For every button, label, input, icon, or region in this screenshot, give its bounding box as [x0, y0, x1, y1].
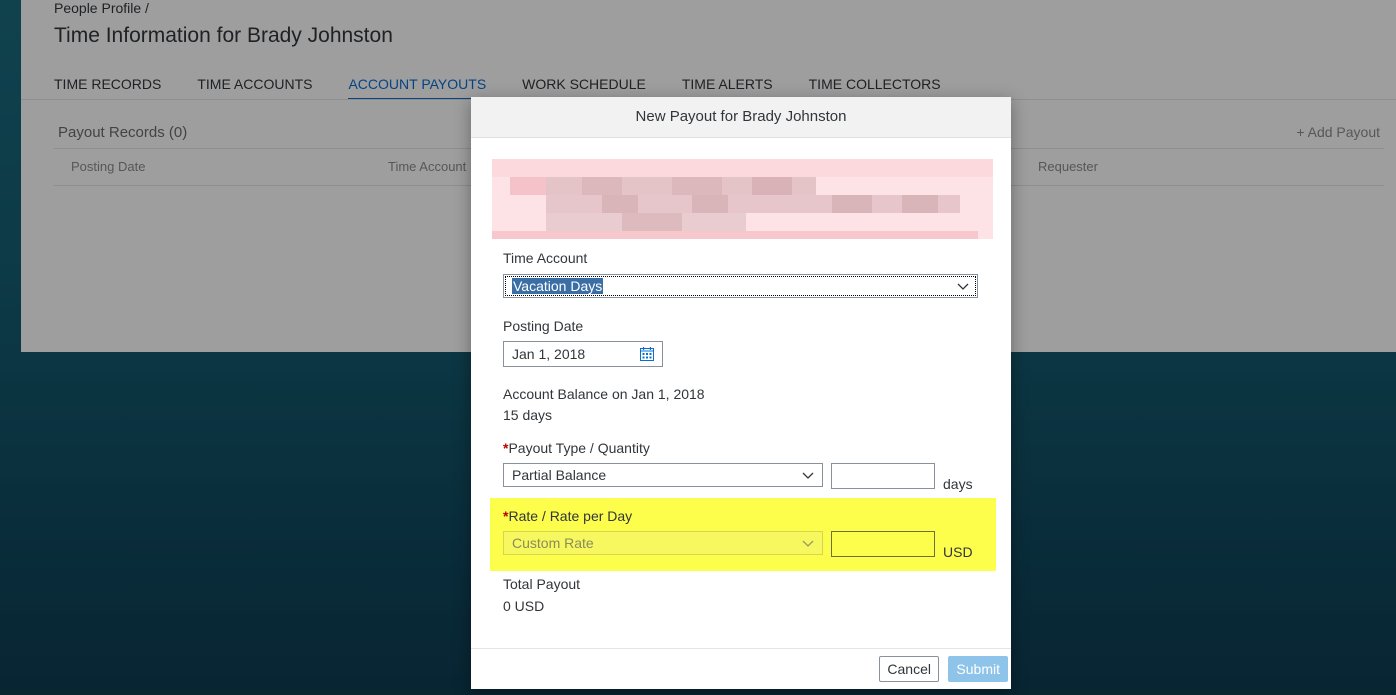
chevron-down-icon: [802, 540, 814, 547]
payout-type-label-text: Payout Type / Quantity: [508, 440, 650, 456]
posting-date-label: Posting Date: [503, 318, 584, 334]
chevron-down-icon: [957, 283, 969, 290]
quantity-input[interactable]: [831, 463, 935, 489]
submit-button[interactable]: Submit: [948, 656, 1008, 682]
rate-amount-input[interactable]: [831, 531, 935, 557]
payout-type-value: Partial Balance: [512, 467, 607, 483]
total-payout-label: Total Payout: [503, 576, 581, 592]
rate-label: *Rate / Rate per Day: [503, 508, 632, 524]
rate-value: Custom Rate: [512, 535, 594, 551]
time-account-select[interactable]: Vacation Days: [503, 274, 978, 298]
rate-unit: USD: [943, 544, 973, 560]
time-account-label: Time Account: [503, 250, 588, 266]
time-account-value: Vacation Days: [512, 278, 604, 294]
account-balance-label: Account Balance on Jan 1, 2018: [503, 386, 705, 402]
cancel-button[interactable]: Cancel: [879, 656, 939, 682]
dialog-footer: Cancel Submit: [471, 648, 1011, 689]
posting-date-input[interactable]: Jan 1, 2018: [503, 341, 663, 367]
new-payout-dialog: New Payout for Brady Johnston Time Accou…: [471, 97, 1011, 689]
rate-select[interactable]: Custom Rate: [503, 531, 823, 555]
payout-type-select[interactable]: Partial Balance: [503, 463, 823, 487]
account-balance-value: 15 days: [503, 407, 553, 423]
posting-date-value: Jan 1, 2018: [512, 346, 586, 362]
redacted-message-area: [492, 159, 993, 239]
dialog-title: New Payout for Brady Johnston: [471, 97, 1011, 138]
payout-type-label: *Payout Type / Quantity: [503, 440, 650, 456]
rate-label-text: Rate / Rate per Day: [508, 508, 633, 524]
chevron-down-icon: [802, 472, 814, 479]
quantity-unit: days: [943, 476, 973, 492]
calendar-icon[interactable]: [640, 347, 654, 361]
total-payout-value: 0 USD: [503, 598, 545, 614]
